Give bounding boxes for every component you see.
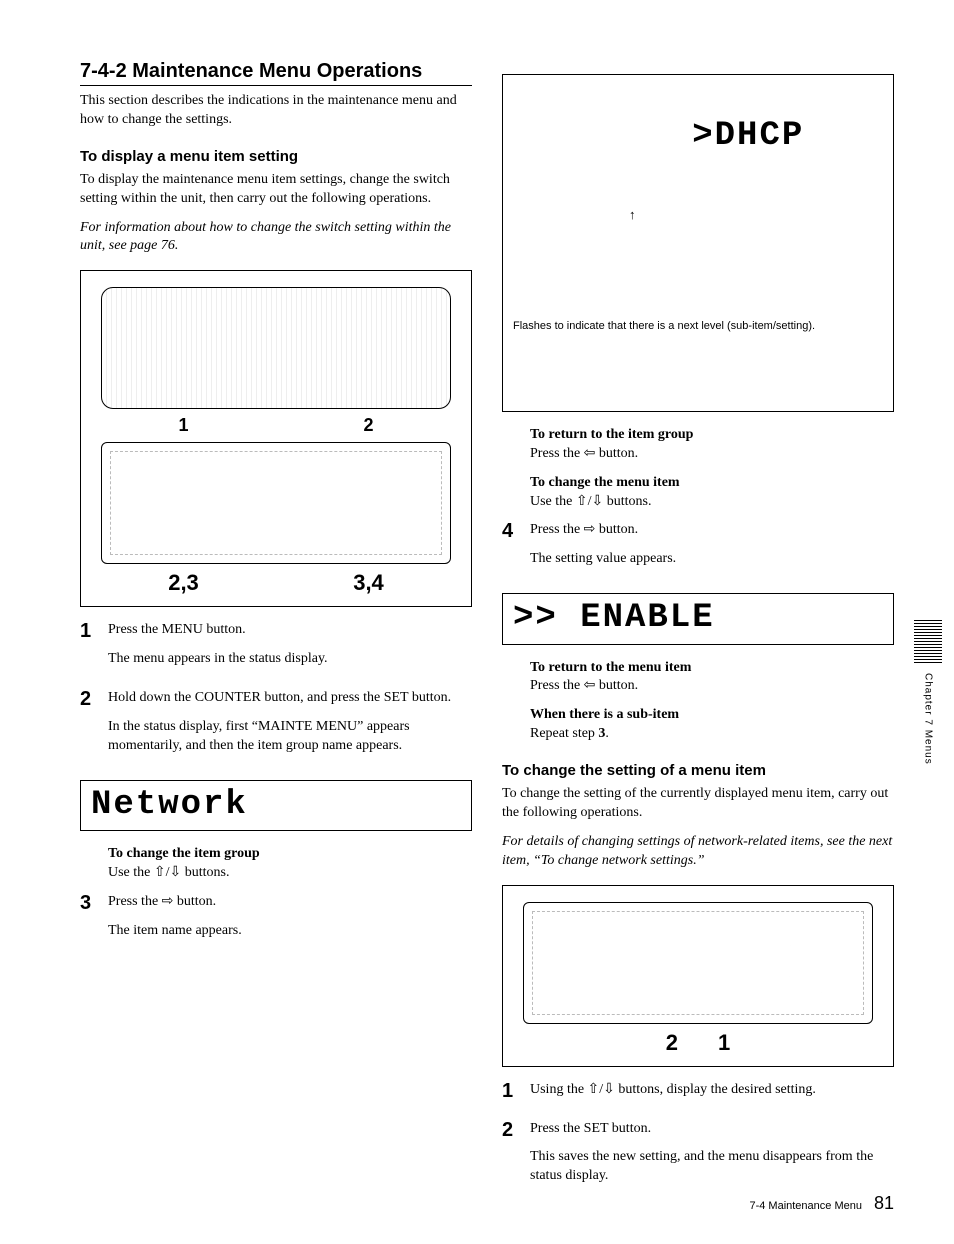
step-number-4: 4 — [502, 521, 520, 541]
step1-text-a: Press the MENU button. — [108, 621, 472, 640]
text-change-item: Use the ⇧/⇩ buttons. — [530, 494, 651, 509]
subhead-change-group: To change the item group — [108, 846, 260, 861]
device-control-panel-illustration — [101, 442, 451, 564]
para-change-setting: To change the setting of the currently d… — [502, 785, 894, 823]
step-number-3: 3 — [80, 893, 98, 913]
step1-text-b: The menu appears in the status display. — [108, 650, 472, 669]
text-return-group: Press the ⇦ button. — [530, 446, 638, 461]
step-number-2: 2 — [80, 689, 98, 709]
crossref-network: For details of changing settings of netw… — [502, 833, 894, 871]
lcd-display-dhcp: >DHCP ↑ Flashes to indicate that there i… — [502, 74, 894, 412]
step-number-1: 1 — [80, 621, 98, 641]
thumb-tab-lines-icon — [914, 620, 942, 663]
change-step-number-2: 2 — [502, 1120, 520, 1140]
flash-indicator-arrow-icon: ↑ — [629, 208, 638, 221]
step4-text-b: The setting value appears. — [530, 550, 894, 569]
callout-23: 2,3 — [168, 570, 199, 596]
callout-c2: 2 — [666, 1030, 678, 1056]
intro-text: This section describes the indications i… — [80, 92, 472, 130]
section-heading: 7-4-2 Maintenance Menu Operations — [80, 60, 472, 86]
step2-text-a: Hold down the COUNTER button, and press … — [108, 689, 472, 708]
chapter-thumb-tab: Chapter 7 Menus — [914, 620, 942, 765]
callout-34: 3,4 — [353, 570, 384, 596]
change-step2-text-b: This saves the new setting, and the menu… — [530, 1148, 894, 1186]
figure1-lower-callouts: 2,3 3,4 — [91, 570, 461, 596]
step3-text-a: Press the ⇨ button. — [108, 893, 472, 912]
text-return-item: Press the ⇦ button. — [530, 678, 638, 693]
change-step2-text-a: Press the SET button. — [530, 1120, 894, 1139]
para-display: To display the maintenance menu item set… — [80, 171, 472, 209]
subhead-change-setting: To change the setting of a menu item — [502, 762, 894, 779]
crossref-switch: For information about how to change the … — [80, 219, 472, 257]
lcd-display-network: Network — [80, 780, 472, 831]
subhead-return-item: To return to the menu item — [530, 660, 691, 675]
subhead-return-group: To return to the item group — [530, 427, 693, 442]
device-upper-illustration — [101, 287, 451, 409]
step4-text-a: Press the ⇨ button. — [530, 521, 894, 540]
lcd-dhcp-caption: Flashes to indicate that there is a next… — [513, 320, 883, 332]
figure-device-full: 1 2 2,3 3,4 — [80, 270, 472, 607]
callout-c1: 1 — [718, 1030, 730, 1056]
callout-2: 2 — [363, 415, 373, 436]
step3-text-b: The item name appears. — [108, 922, 472, 941]
page-footer: 7-4 Maintenance Menu 81 — [749, 1193, 894, 1214]
figure1-upper-callouts: 1 2 — [91, 415, 461, 436]
control-panel-illustration — [523, 902, 873, 1024]
subhead-display: To display a menu item setting — [80, 148, 472, 165]
step2-text-b: In the status display, first “MAINTE MEN… — [108, 718, 472, 756]
figure2-callouts: 2 1 — [513, 1030, 883, 1056]
footer-section-title: 7-4 Maintenance Menu — [749, 1200, 862, 1212]
chapter-label: Chapter 7 Menus — [923, 673, 934, 765]
subhead-change-item: To change the menu item — [530, 475, 680, 490]
text-subitem: Repeat step 3. — [530, 726, 609, 741]
figure-control-panel: 2 1 — [502, 885, 894, 1067]
page-number: 81 — [874, 1193, 894, 1214]
change-step-number-1: 1 — [502, 1081, 520, 1101]
callout-1: 1 — [178, 415, 188, 436]
subhead-subitem: When there is a sub-item — [530, 707, 679, 722]
lcd-display-enable: >> ENABLE — [502, 593, 894, 644]
change-step1-text: Using the ⇧/⇩ buttons, display the desir… — [530, 1081, 894, 1100]
lcd-dhcp-text: >DHCP — [692, 117, 804, 155]
text-change-group: Use the ⇧/⇩ buttons. — [108, 865, 229, 880]
